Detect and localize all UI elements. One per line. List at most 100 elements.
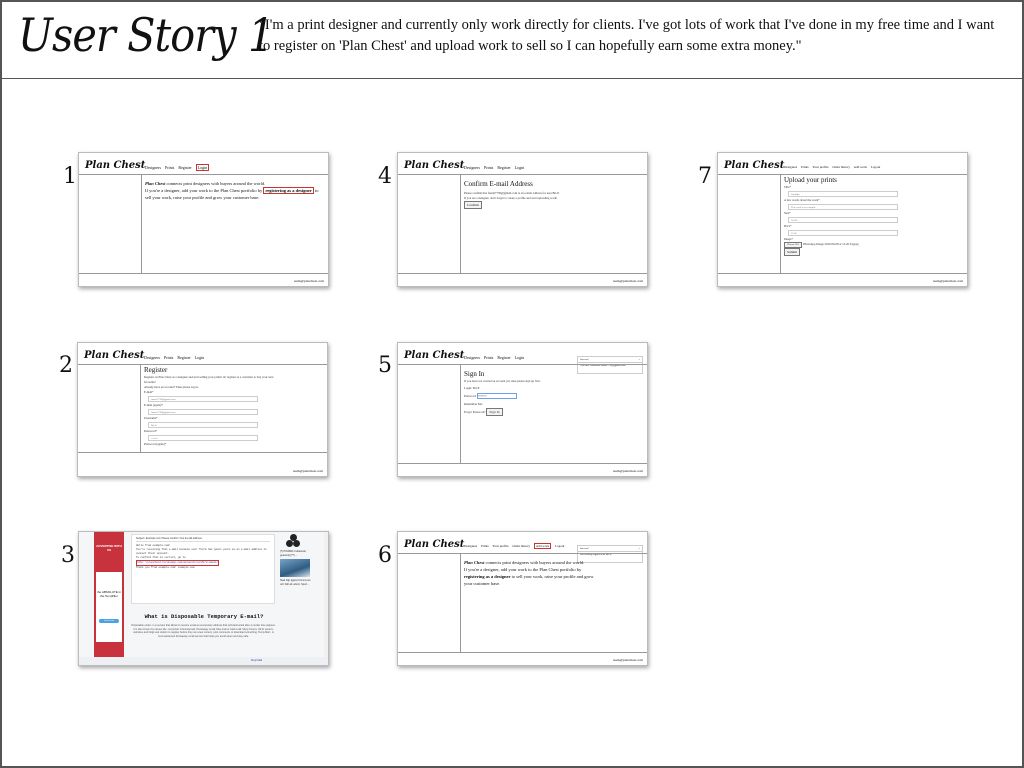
description-input[interactable]: This work is an example (788, 204, 898, 210)
password-label: Password: (464, 394, 477, 398)
step-5-signin-screenshot: Plan Chest Designers Prints Register Log… (397, 342, 648, 477)
advert-brand: the ABSOLUTE in the Tempfiller (96, 590, 121, 598)
nav-your-profile[interactable]: Your profile (812, 165, 828, 169)
step-1-home-screenshot: Plan Chest Designers Prints Register Log… (78, 152, 329, 287)
login-input[interactable]: Bri-E (473, 386, 480, 390)
password-input[interactable]: •••••••• (148, 435, 258, 441)
email-line-3: To confirm this is correct, go to (136, 556, 186, 559)
sidebar-divider (460, 553, 461, 653)
brand-logo: Plan Chest (404, 539, 465, 550)
price-label: Price* (784, 224, 792, 228)
size-input[interactable]: 30x30 (788, 217, 898, 223)
header-divider (718, 174, 967, 175)
close-icon[interactable]: × (639, 547, 640, 550)
email-input[interactable]: fusrm7738@jgmail.com (148, 396, 258, 402)
nav-prints[interactable]: Prints (165, 165, 174, 170)
sidebar-divider (780, 174, 781, 274)
temp-mail-logo: Temp Mail (250, 659, 262, 662)
nav-prints[interactable]: Prints (164, 355, 173, 360)
header-divider (79, 174, 328, 175)
nav-order-history[interactable]: Order history (512, 544, 530, 548)
toast-title: Success! (580, 547, 589, 550)
price-input[interactable]: 35.00 (788, 230, 898, 236)
sidebar-divider (140, 364, 141, 464)
nav-bar: Designers Prints Your profile Order hist… (784, 165, 883, 169)
confirm-button[interactable]: Confirm (464, 201, 482, 209)
advert-banner[interactable]: ADVERTISE WITH US the ABSOLUTE in the Te… (94, 532, 124, 665)
nav-designers[interactable]: Designers (784, 165, 797, 169)
submit-button[interactable]: Submit (784, 248, 801, 256)
nav-logout[interactable]: Logout (555, 544, 565, 548)
nav-logout[interactable]: Logout (871, 165, 881, 169)
header-divider (398, 174, 647, 175)
nav-add-work-highlighted[interactable]: Add work (533, 543, 552, 549)
trefoil-logo-icon (286, 534, 300, 548)
signin-form: Sign In If you have not created an accou… (464, 370, 639, 416)
close-icon[interactable]: × (639, 358, 640, 361)
footer-divider (79, 273, 328, 274)
step-number-2: 2 (59, 353, 73, 378)
advert-title: ADVERTISE WITH US (96, 544, 122, 552)
register-cta-link[interactable]: registering as a designer (263, 187, 314, 194)
email-again-input[interactable]: fusrm7738@jgmail.com (148, 409, 258, 415)
step-number-1: 1 (63, 164, 77, 189)
nav-your-profile[interactable]: Your profile (492, 544, 508, 548)
footer-divider (398, 463, 647, 464)
header-divider (398, 553, 647, 554)
footer-email: team@planchest.com (612, 658, 643, 662)
nav-designers[interactable]: Designers (464, 544, 477, 548)
nav-register[interactable]: Register (177, 355, 190, 360)
nav-order-history[interactable]: Order history (832, 165, 850, 169)
footer-email: team@planchest.com (932, 279, 963, 283)
register-text: Register on Plan Chest as a designer and… (144, 375, 274, 384)
nav-prints[interactable]: Prints (801, 165, 809, 169)
brand-logo: Plan Chest (85, 160, 146, 171)
header-divider (78, 364, 327, 365)
signin-heading: Sign In (464, 370, 485, 378)
nav-designers[interactable]: Designers (145, 165, 161, 170)
password-again-label: Password (again)* (144, 442, 167, 446)
email-thanks: Thank you from example.com! example.com (136, 566, 195, 569)
title-label: Title* (784, 185, 792, 189)
advert-button[interactable]: Learn more (99, 619, 119, 623)
signin-button[interactable]: Sign In (486, 408, 503, 416)
register-cta-link[interactable]: registering as a designer (464, 574, 511, 579)
register-heading: Register (144, 366, 168, 374)
nav-designers[interactable]: Designers (464, 355, 480, 360)
username-input[interactable]: Bri-E (148, 422, 258, 428)
side-news-title[interactable]: [?] POWER Invitational, guarantij [??] .… (280, 550, 312, 557)
nav-bar: Designers Prints Register Login (144, 355, 207, 360)
title-input[interactable]: Sunlight (788, 191, 898, 197)
footer-email: team@planchest.com (612, 279, 643, 283)
intro-line-1: connects print designers with buyers aro… (165, 181, 266, 186)
remember-me-checkbox[interactable]: Remember Me: (464, 400, 639, 408)
confirm-heading: Confirm E-mail Address (464, 180, 533, 188)
step-number-3: 3 (61, 543, 75, 568)
nav-designers[interactable]: Designers (464, 165, 480, 170)
disposable-paragraph: Disposable email - is a service that all… (131, 624, 276, 638)
nav-designers[interactable]: Designers (144, 355, 160, 360)
nav-register[interactable]: Register (497, 165, 510, 170)
password-input[interactable]: •••••••• (477, 393, 518, 399)
scrollbar[interactable] (324, 532, 328, 665)
news-photo[interactable] (280, 559, 310, 577)
intro-line-2: If you're a designer, add your work to t… (464, 567, 582, 572)
nav-login[interactable]: Login (195, 355, 205, 360)
nav-login-highlighted[interactable]: Login (195, 164, 210, 171)
nav-register[interactable]: Register (178, 165, 191, 170)
nav-prints[interactable]: Prints (484, 165, 493, 170)
step-6-signed-in-home-screenshot: Plan Chest Designers Prints Your profile… (397, 531, 648, 666)
nav-prints[interactable]: Prints (484, 355, 493, 360)
username-label: Username* (144, 416, 158, 420)
nav-register[interactable]: Register (497, 355, 510, 360)
nav-login[interactable]: Login (515, 355, 525, 360)
nav-login[interactable]: Login (515, 165, 525, 170)
side-news-caption[interactable]: Stad häjr tjgaret Kommuner och häft att … (280, 579, 312, 586)
step-number-7: 7 (698, 164, 712, 189)
nav-bar: Designers Prints Register Login (464, 165, 527, 170)
upload-heading: Upload your prints (784, 176, 837, 184)
forgot-password-link[interactable]: Forgot Password? (464, 410, 486, 414)
nav-prints[interactable]: Prints (481, 544, 489, 548)
intro-brand: Plan Chest (464, 560, 485, 565)
nav-add-work[interactable]: Add work (854, 165, 867, 169)
